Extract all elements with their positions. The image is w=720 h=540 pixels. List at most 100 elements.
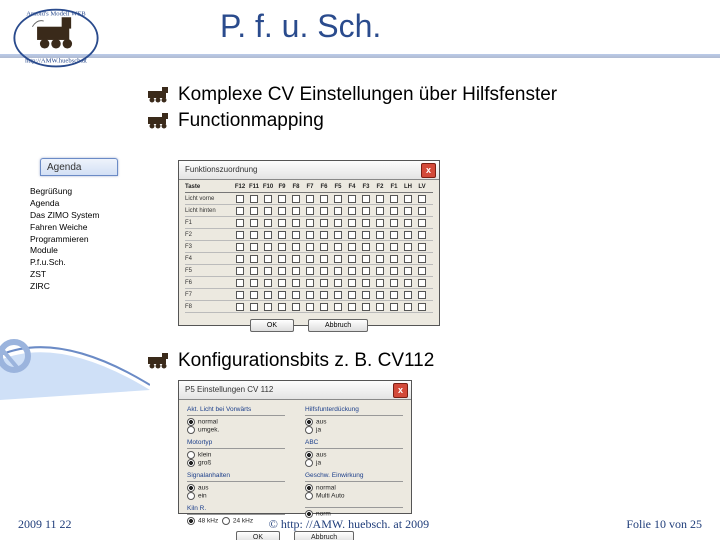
checkbox[interactable] [415,243,429,251]
radio-icon[interactable] [305,459,313,467]
radio-icon[interactable] [187,484,195,492]
checkbox[interactable] [233,219,247,227]
checkbox[interactable] [317,267,331,275]
checkbox[interactable] [331,219,345,227]
radio-icon[interactable] [187,459,195,467]
radio-icon[interactable] [187,418,195,426]
checkbox[interactable] [317,219,331,227]
checkbox[interactable] [331,279,345,287]
checkbox[interactable] [401,219,415,227]
checkbox[interactable] [275,267,289,275]
checkbox[interactable] [317,291,331,299]
checkbox[interactable] [401,255,415,263]
checkbox[interactable] [289,219,303,227]
checkbox[interactable] [345,279,359,287]
checkbox[interactable] [317,195,331,203]
checkbox[interactable] [331,303,345,311]
checkbox[interactable] [247,279,261,287]
checkbox[interactable] [289,195,303,203]
checkbox[interactable] [331,267,345,275]
checkbox[interactable] [387,303,401,311]
checkbox[interactable] [359,207,373,215]
checkbox[interactable] [331,243,345,251]
checkbox[interactable] [317,303,331,311]
checkbox[interactable] [345,231,359,239]
checkbox[interactable] [331,195,345,203]
checkbox[interactable] [415,303,429,311]
checkbox[interactable] [303,195,317,203]
checkbox[interactable] [233,207,247,215]
checkbox[interactable] [317,231,331,239]
checkbox[interactable] [261,291,275,299]
checkbox[interactable] [415,207,429,215]
checkbox[interactable] [233,255,247,263]
checkbox[interactable] [331,207,345,215]
checkbox[interactable] [261,231,275,239]
checkbox[interactable] [401,303,415,311]
checkbox[interactable] [415,291,429,299]
checkbox[interactable] [247,219,261,227]
checkbox[interactable] [247,243,261,251]
checkbox[interactable] [275,279,289,287]
checkbox[interactable] [261,303,275,311]
checkbox[interactable] [289,279,303,287]
checkbox[interactable] [303,255,317,263]
checkbox[interactable] [247,291,261,299]
checkbox[interactable] [233,231,247,239]
checkbox[interactable] [303,219,317,227]
checkbox[interactable] [289,303,303,311]
radio-icon[interactable] [305,451,313,459]
checkbox[interactable] [373,267,387,275]
checkbox[interactable] [345,303,359,311]
checkbox[interactable] [373,195,387,203]
checkbox[interactable] [415,255,429,263]
checkbox[interactable] [289,231,303,239]
checkbox[interactable] [387,291,401,299]
radio-icon[interactable] [305,426,313,434]
radio-icon[interactable] [305,492,313,500]
close-icon[interactable]: x [393,383,408,398]
checkbox[interactable] [345,255,359,263]
checkbox[interactable] [373,231,387,239]
radio-icon[interactable] [187,492,195,500]
checkbox[interactable] [275,291,289,299]
ok-button[interactable]: OK [250,319,294,332]
checkbox[interactable] [233,267,247,275]
checkbox[interactable] [275,303,289,311]
checkbox[interactable] [373,207,387,215]
checkbox[interactable] [247,207,261,215]
checkbox[interactable] [387,279,401,287]
checkbox[interactable] [345,207,359,215]
checkbox[interactable] [401,267,415,275]
checkbox[interactable] [303,267,317,275]
checkbox[interactable] [401,291,415,299]
checkbox[interactable] [261,219,275,227]
checkbox[interactable] [345,267,359,275]
checkbox[interactable] [261,279,275,287]
checkbox[interactable] [247,303,261,311]
checkbox[interactable] [373,219,387,227]
checkbox[interactable] [345,243,359,251]
checkbox[interactable] [401,207,415,215]
checkbox[interactable] [261,243,275,251]
radio-icon[interactable] [187,451,195,459]
checkbox[interactable] [373,279,387,287]
checkbox[interactable] [401,195,415,203]
checkbox[interactable] [387,231,401,239]
checkbox[interactable] [345,291,359,299]
checkbox[interactable] [331,255,345,263]
checkbox[interactable] [247,195,261,203]
checkbox[interactable] [303,207,317,215]
checkbox[interactable] [359,279,373,287]
checkbox[interactable] [359,303,373,311]
radio-icon[interactable] [187,426,195,434]
checkbox[interactable] [415,267,429,275]
checkbox[interactable] [317,255,331,263]
radio-icon[interactable] [305,484,313,492]
checkbox[interactable] [415,279,429,287]
checkbox[interactable] [303,243,317,251]
checkbox[interactable] [247,255,261,263]
checkbox[interactable] [233,279,247,287]
checkbox[interactable] [401,279,415,287]
checkbox[interactable] [401,231,415,239]
